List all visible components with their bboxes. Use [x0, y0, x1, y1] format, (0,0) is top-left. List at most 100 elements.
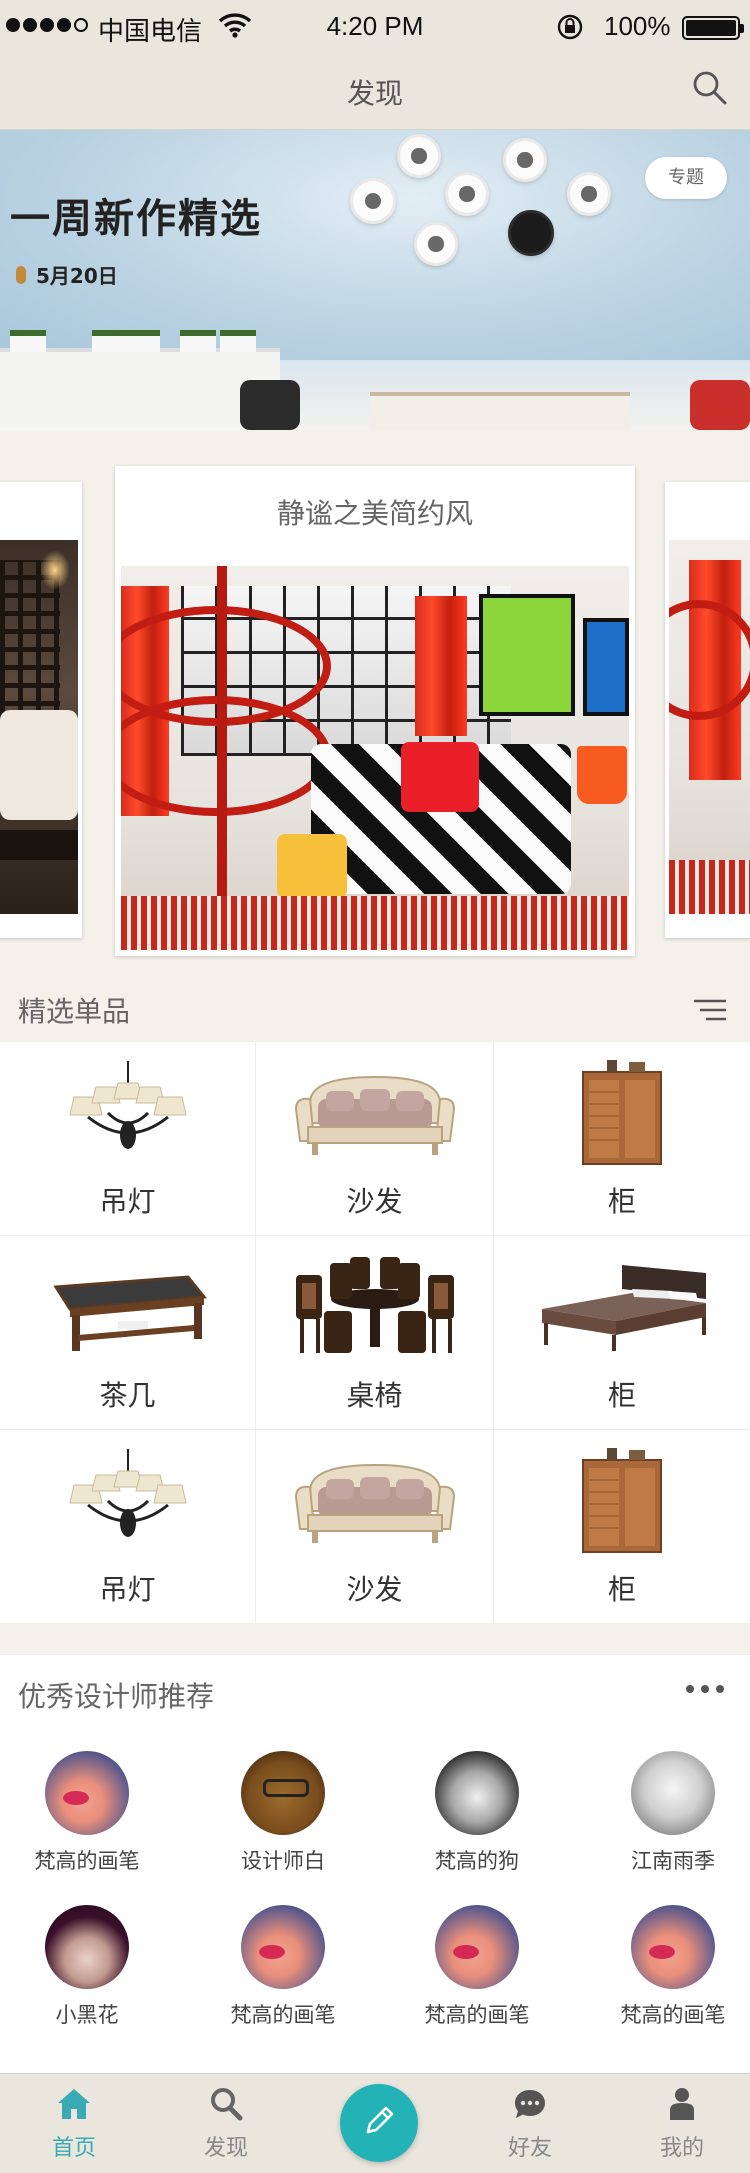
avatar: [45, 1905, 129, 1989]
tab-label: 首页: [51, 2136, 96, 2161]
status-bar: 中国电信 4:20 PM 100%: [0, 0, 750, 52]
avatar: [241, 1751, 325, 1835]
product-label: 柜: [607, 1379, 636, 1412]
search-icon[interactable]: [690, 68, 730, 112]
topic-tag-button[interactable]: 专题: [645, 157, 727, 199]
product-cell[interactable]: 吊灯: [0, 1042, 256, 1236]
decor-plate: [503, 138, 547, 182]
feature-banner[interactable]: 一周新作精选 5月20日 专题: [0, 130, 750, 430]
section-title: 优秀设计师推荐: [18, 1680, 215, 1713]
product-cell[interactable]: 柜: [494, 1042, 750, 1236]
carousel-card-current[interactable]: 静谧之美简约风: [115, 466, 635, 956]
coffee-table-icon: [0, 1252, 255, 1362]
home-icon: [55, 2089, 93, 2126]
page-title: 发现: [346, 77, 403, 110]
designer-item[interactable]: 梵高的画笔: [578, 1905, 750, 2029]
designer-name: 设计师白: [241, 1849, 325, 1873]
tab-label: 发现: [203, 2136, 248, 2161]
avatar: [435, 1905, 519, 1989]
card-title: 静谧之美简约风: [276, 497, 473, 530]
battery-icon: [682, 16, 744, 40]
bed-icon: [494, 1252, 750, 1362]
product-label: 茶几: [99, 1379, 156, 1412]
designer-name: 梵高的画笔: [230, 2003, 336, 2027]
decor-plate: [508, 210, 554, 256]
avatar: [631, 1905, 715, 1989]
pencil-icon: [358, 2100, 400, 2146]
tab-bar: 首页 发现 好友 我的: [0, 2073, 750, 2173]
product-cell[interactable]: 柜: [494, 1430, 750, 1624]
card-image: [0, 540, 78, 914]
featured-grid: 吊灯 沙发 柜 茶几 桌椅 柜 吊灯 沙发 柜: [0, 1042, 750, 1624]
tab-profile[interactable]: 我的: [622, 2086, 742, 2162]
designer-item[interactable]: 设计师白: [188, 1751, 378, 1875]
card-image: [121, 566, 629, 950]
date-marker-icon: [16, 265, 26, 284]
avatar: [241, 1905, 325, 1989]
battery-percent: 100%: [604, 11, 671, 41]
designer-name: 梵高的画笔: [34, 1849, 140, 1873]
designers-header: 优秀设计师推荐: [0, 1655, 750, 1725]
product-label: 柜: [607, 1573, 636, 1606]
designer-item[interactable]: 梵高的画笔: [188, 1905, 378, 2029]
decor-plate: [397, 134, 441, 178]
designer-item[interactable]: 江南雨季: [578, 1751, 750, 1875]
product-label: 桌椅: [346, 1379, 403, 1412]
more-icon[interactable]: [686, 1685, 724, 1693]
nav-bar: 发现: [0, 52, 750, 130]
product-cell[interactable]: 茶几: [0, 1236, 256, 1430]
style-carousel[interactable]: 静谧之美简约风: [0, 430, 750, 970]
cabinet-icon: [494, 1058, 750, 1168]
product-cell[interactable]: 吊灯: [0, 1430, 256, 1624]
product-label: 吊灯: [99, 1573, 156, 1606]
dining-set-icon: [256, 1252, 493, 1362]
chat-icon: [512, 2090, 548, 2126]
designer-name: 小黑花: [55, 2003, 119, 2027]
search-icon: [208, 2088, 244, 2126]
designer-name: 江南雨季: [631, 1849, 715, 1873]
banner-date: 5月20日: [16, 260, 118, 289]
avatar: [435, 1751, 519, 1835]
carousel-card-prev[interactable]: [0, 482, 82, 938]
product-cell[interactable]: 柜: [494, 1236, 750, 1430]
cabinet-icon: [494, 1446, 750, 1556]
featured-header: 精选单品: [0, 972, 750, 1042]
product-cell[interactable]: 桌椅: [256, 1236, 494, 1430]
designer-item[interactable]: 小黑花: [0, 1905, 182, 2029]
carousel-card-next[interactable]: [665, 482, 750, 938]
tab-friends[interactable]: 好友: [470, 2086, 590, 2162]
list-icon[interactable]: [692, 998, 728, 1026]
designer-name: 梵高的画笔: [424, 2003, 530, 2027]
tab-home[interactable]: 首页: [14, 2086, 134, 2162]
decor-plate: [445, 172, 489, 216]
designer-item[interactable]: 梵高的狗: [382, 1751, 572, 1875]
banner-date-text: 5月20日: [36, 264, 118, 288]
avatar: [45, 1751, 129, 1835]
tab-label: 我的: [659, 2136, 704, 2161]
sofa-icon: [256, 1058, 493, 1168]
designer-name: 梵高的画笔: [620, 2003, 726, 2027]
product-cell[interactable]: 沙发: [256, 1430, 494, 1624]
chandelier-icon: [0, 1058, 255, 1168]
tab-label: 好友: [507, 2136, 552, 2161]
designers-section: 优秀设计师推荐 梵高的画笔 设计师白 梵高的狗 江南雨季 小黑花 梵高的画笔 梵…: [0, 1654, 750, 2074]
decor-plate: [350, 178, 396, 224]
product-label: 柜: [607, 1185, 636, 1218]
user-icon: [666, 2088, 698, 2126]
decor-plate: [414, 222, 458, 266]
avatar: [631, 1751, 715, 1835]
designer-item[interactable]: 梵高的画笔: [0, 1751, 182, 1875]
designer-item[interactable]: 梵高的画笔: [382, 1905, 572, 2029]
product-cell[interactable]: 沙发: [256, 1042, 494, 1236]
tab-discover[interactable]: 发现: [166, 2086, 286, 2162]
section-title: 精选单品: [18, 995, 131, 1028]
product-label: 吊灯: [99, 1185, 156, 1218]
compose-button[interactable]: [340, 2084, 418, 2162]
designer-name: 梵高的狗: [435, 1849, 519, 1873]
card-image: [669, 540, 750, 914]
decor-plate: [567, 172, 611, 216]
product-label: 沙发: [346, 1185, 403, 1218]
product-label: 沙发: [346, 1573, 403, 1606]
chandelier-icon: [0, 1446, 255, 1556]
banner-title: 一周新作精选: [10, 195, 262, 242]
